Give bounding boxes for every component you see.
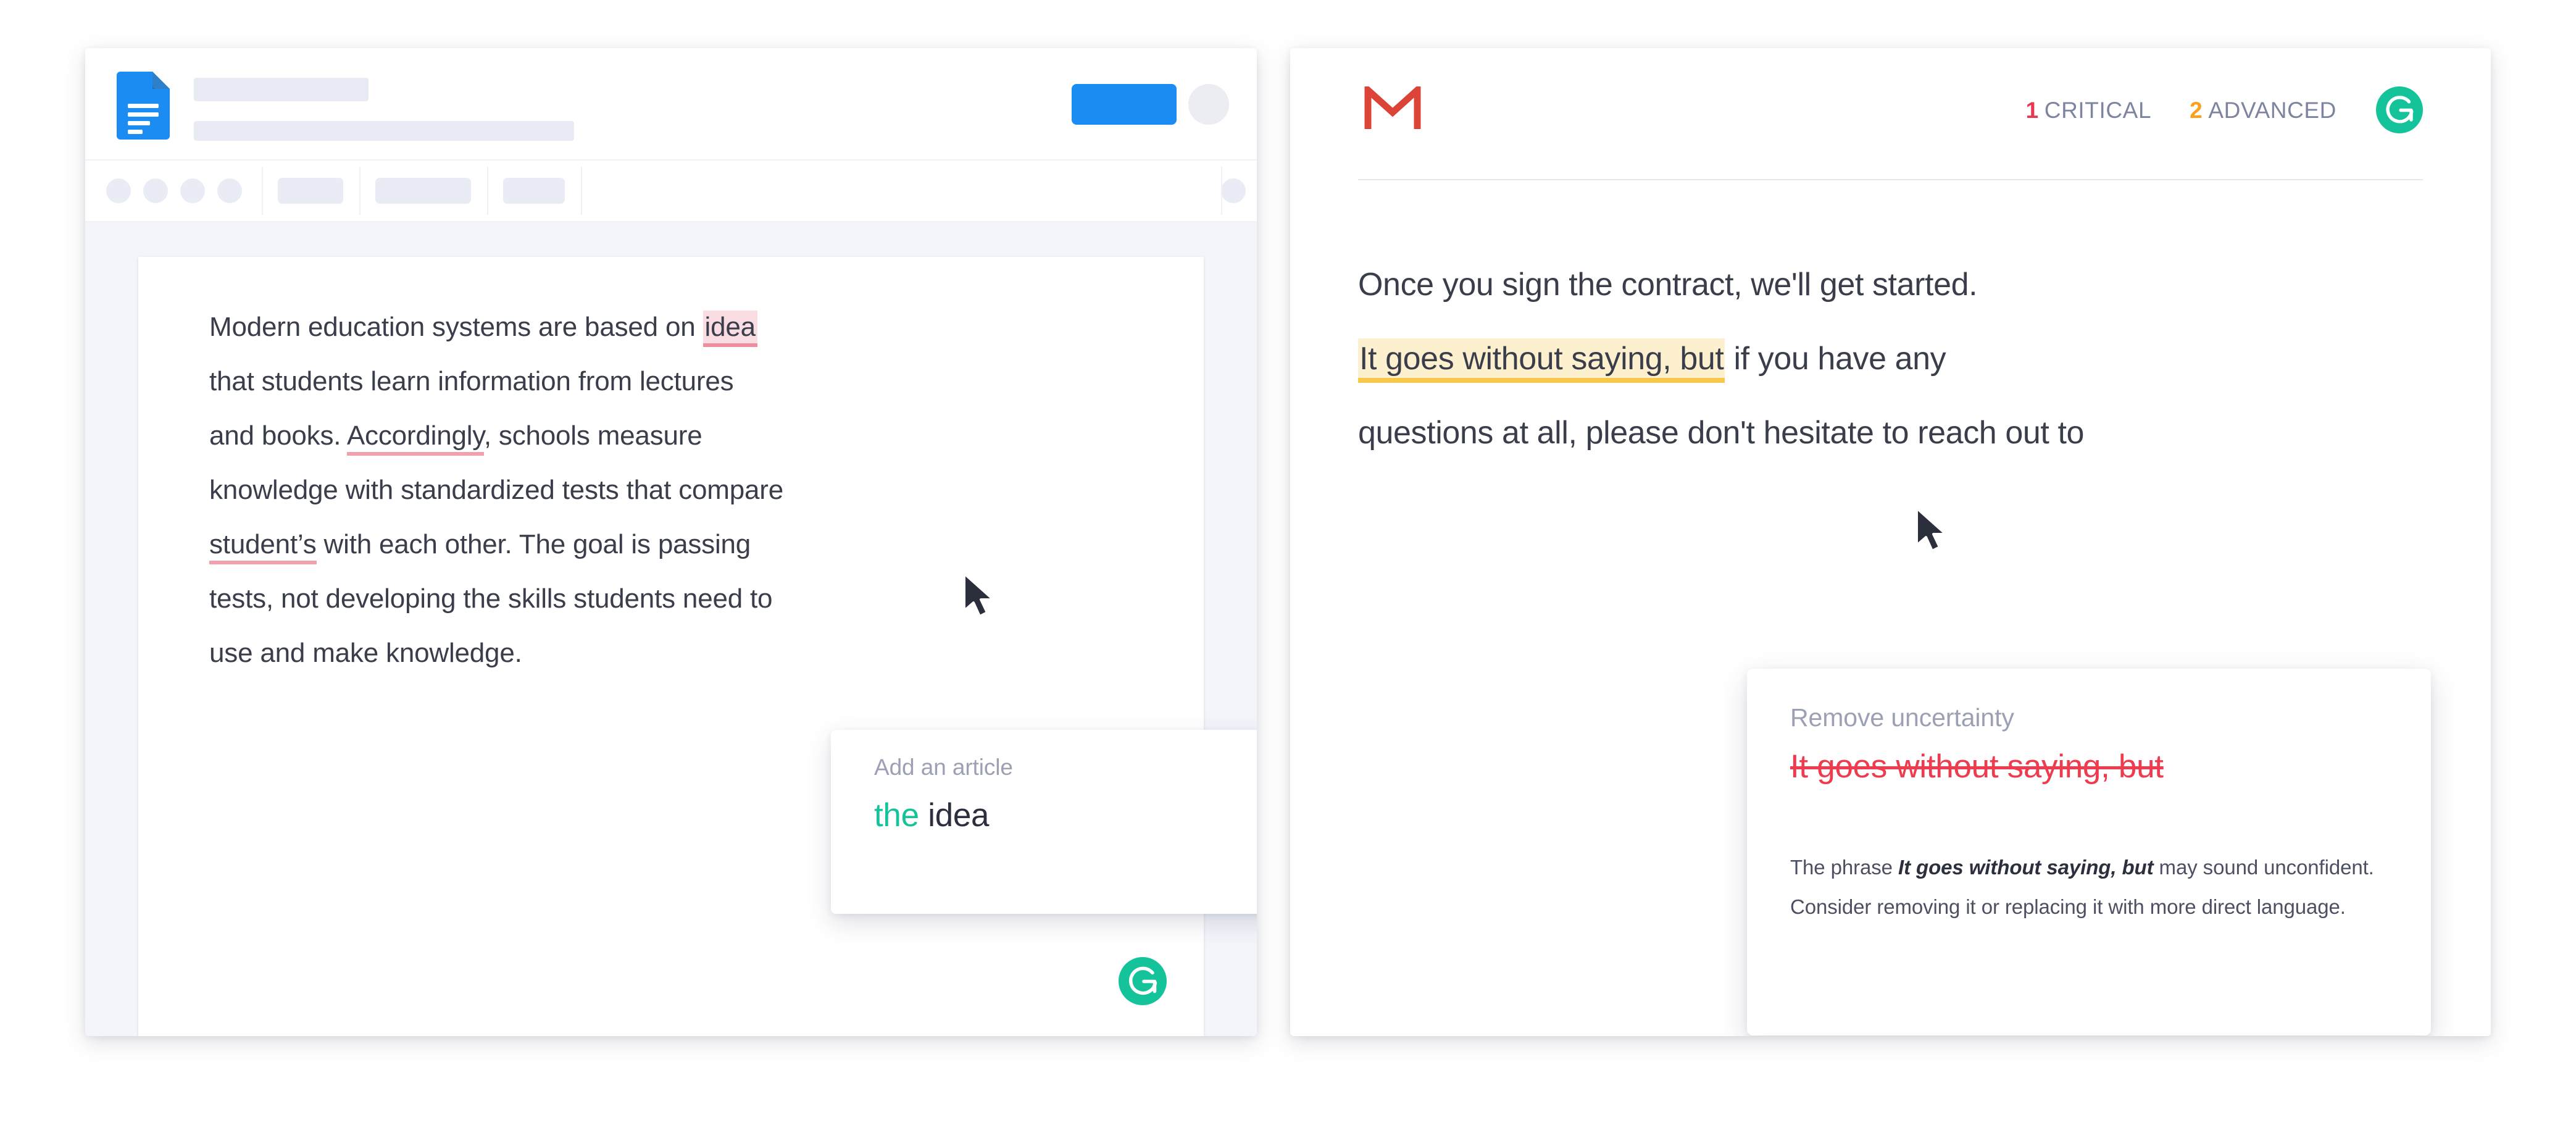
doc-text-run: that students learn information from lec… (209, 366, 734, 396)
toolbar-group-font-size-control[interactable] (487, 161, 581, 221)
grammarly-suggestion-popup[interactable]: Add an article the idea (831, 730, 1257, 914)
google-docs-icon (117, 72, 170, 140)
advanced-issue-highlight[interactable]: It goes without saying, but (1358, 338, 1725, 383)
doc-text-run: with each other. The goal is passing (316, 529, 751, 559)
doc-text-run: , schools measure (483, 420, 702, 451)
toolbar-group-spacer (581, 161, 1221, 221)
suggestion-title: Add an article (874, 755, 1013, 780)
doc-line-2: that students learn information from lec… (209, 354, 1123, 409)
doc-text-run: Modern education systems are based on (209, 312, 703, 342)
grammarly-suggestion-card[interactable]: Remove uncertainty It goes without sayin… (1747, 669, 2431, 1035)
google-docs-window: Modern education systems are based on id… (85, 48, 1257, 1036)
document-title-placeholder[interactable] (194, 78, 369, 101)
doc-text-run: and books. (209, 420, 347, 451)
mail-line-2: It goes without saying, but if you have … (1358, 322, 2358, 396)
document-menubar-placeholder[interactable] (194, 121, 574, 141)
toolbar-icon-print[interactable] (180, 178, 205, 203)
share-button[interactable] (1072, 84, 1177, 125)
doc-line-7: use and make knowledge. (209, 626, 1123, 680)
screenshot-stage: Modern education systems are based on id… (0, 0, 2576, 1125)
docs-canvas: Modern education systems are based on id… (85, 222, 1257, 1036)
doc-line-5: student’s with each other. The goal is p… (209, 517, 1123, 572)
document-body-text[interactable]: Modern education systems are based on id… (209, 300, 1123, 680)
docs-toolbar[interactable] (85, 159, 1257, 222)
toolbar-icon-redo[interactable] (143, 178, 168, 203)
toolbar-group-zoom-control[interactable] (262, 161, 359, 221)
doc-line-4: knowledge with standardized tests that c… (209, 463, 1123, 517)
grammar-error-underline[interactable]: Accordingly (346, 420, 484, 456)
doc-text-run: tests, not developing the skills student… (209, 583, 773, 614)
font-family-select[interactable] (375, 178, 471, 204)
toolbar-icon-editing-mode[interactable] (1221, 178, 1246, 203)
critical-label: CRITICAL (2044, 98, 2152, 123)
gmail-window: 1 CRITICAL 2 ADVANCED Once you sign the co… (1290, 48, 2491, 1036)
zoom-select[interactable] (278, 178, 343, 204)
mail-text-run: if you have any (1725, 341, 1946, 377)
docs-header (85, 48, 1257, 159)
critical-count: 1 (2025, 98, 2039, 123)
advanced-count: 2 (2190, 98, 2203, 123)
toolbar-icon-undo[interactable] (106, 178, 131, 203)
toolbar-group-mode-control[interactable] (1221, 161, 1257, 221)
explanation-pre: The phrase (1790, 856, 1899, 879)
doc-line-1: Modern education systems are based on id… (209, 300, 1123, 354)
header-divider (1358, 179, 2423, 180)
mail-line-3: questions at all, please don't hesitate … (1358, 396, 2358, 470)
doc-text-run: use and make knowledge. (209, 638, 522, 668)
context-word: idea (928, 797, 990, 834)
email-text[interactable]: Once you sign the contract, we'll get st… (1358, 248, 2358, 470)
inserted-word: the (874, 797, 919, 834)
grammarly-logo-icon[interactable] (1119, 957, 1167, 1005)
grammar-error-highlight[interactable]: idea (702, 311, 757, 347)
suggestion-strikethrough-text[interactable]: It goes without saying, but (1790, 748, 2164, 785)
doc-line-6: tests, not developing the skills student… (209, 572, 1123, 626)
advanced-label: ADVANCED (2208, 98, 2336, 123)
toolbar-icon-paint-format[interactable] (217, 178, 242, 203)
toolbar-group-history-tools[interactable] (85, 161, 262, 221)
grammar-error-underline[interactable]: student’s (209, 529, 317, 564)
document-page[interactable]: Modern education systems are based on id… (138, 257, 1257, 1036)
avatar[interactable] (1188, 84, 1229, 125)
suggestion-replacement[interactable]: the idea (874, 797, 990, 834)
explanation-phrase: It goes without saying, but (1898, 856, 2154, 879)
toolbar-group-font-control[interactable] (359, 161, 487, 221)
mail-text-run: Once you sign the contract, we'll get st… (1358, 267, 1978, 303)
gmail-m-icon (1364, 82, 1421, 131)
gmail-message-body[interactable]: Once you sign the contract, we'll get st… (1290, 181, 2491, 1035)
grammarly-logo-icon[interactable] (2376, 86, 2423, 133)
status-badge-critical[interactable]: 1 CRITICAL (2026, 98, 2152, 123)
mail-line-1: Once you sign the contract, we'll get st… (1358, 248, 2358, 322)
suggestion-title: Remove uncertainty (1790, 703, 2014, 732)
grammarly-issue-stats: 1 CRITICAL 2 ADVANCED (2026, 98, 2336, 123)
status-badge-advanced[interactable]: 2 ADVANCED (2190, 98, 2336, 123)
doc-line-3: and books. Accordingly, schools measure (209, 409, 1123, 463)
suggestion-explanation: The phrase It goes without saying, but m… (1790, 848, 2383, 927)
mail-text-run: questions at all, please don't hesitate … (1358, 415, 2085, 451)
doc-text-run: knowledge with standardized tests that c… (209, 475, 783, 505)
gmail-header: 1 CRITICAL 2 ADVANCED (1290, 48, 2491, 181)
font-size-select[interactable] (503, 178, 565, 204)
